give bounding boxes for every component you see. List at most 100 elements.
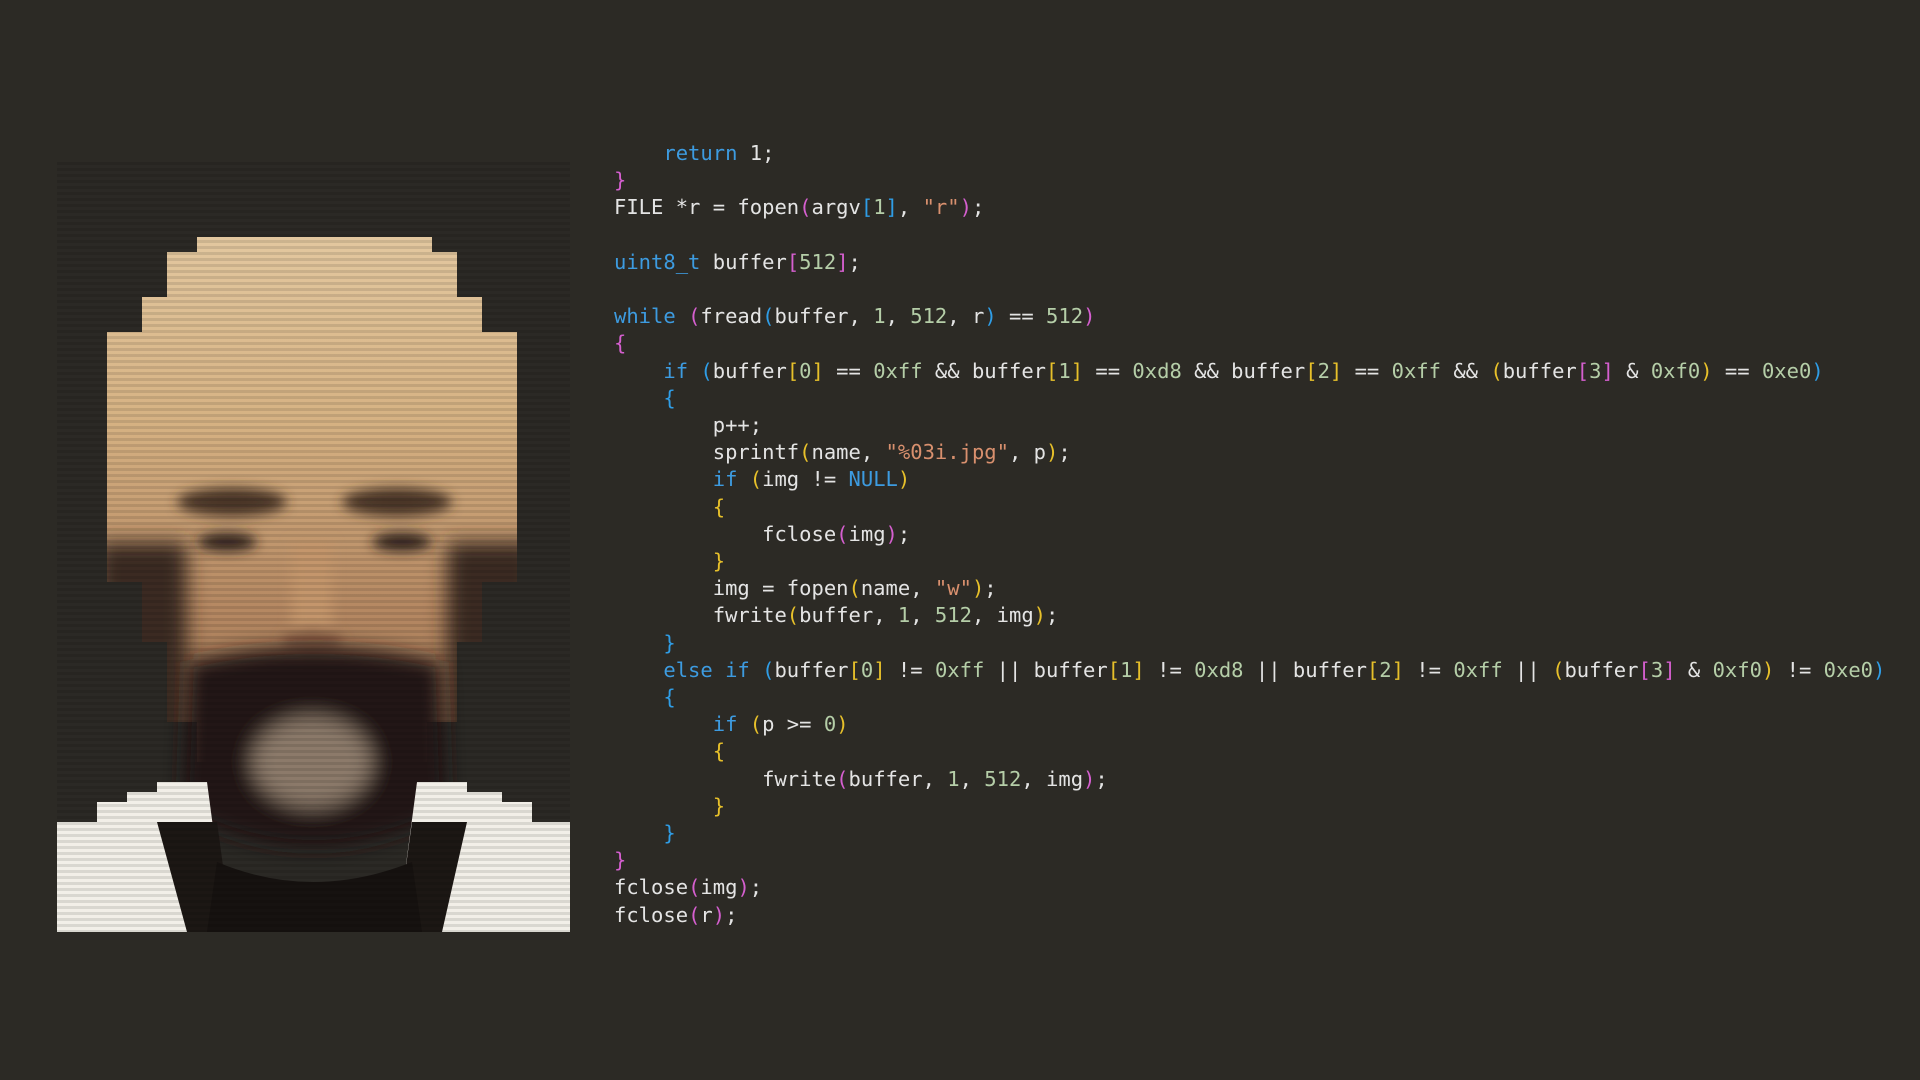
code-token: { (663, 685, 676, 709)
code-token: FILE *r = fopen (614, 195, 800, 220)
code-token: ; (848, 249, 861, 274)
code-line: } (614, 167, 626, 194)
code-token: ; (749, 875, 763, 900)
code-token: ] (1663, 657, 1676, 682)
code-token: ; (1095, 766, 1108, 791)
code-token: , p (1008, 440, 1046, 465)
code-token: "r" (922, 195, 960, 220)
code-token: 0 (799, 358, 812, 383)
code-token: "w" (934, 576, 972, 601)
code-token: fclose (614, 521, 837, 546)
code-token: 2 (1379, 657, 1392, 682)
code-token: & (1675, 657, 1713, 682)
code-token: 0xe0 (1823, 657, 1874, 682)
code-line: } (614, 630, 675, 657)
code-token: 1 (1120, 657, 1133, 682)
code-token: , img (971, 603, 1034, 628)
code-token: uint8_t (614, 249, 701, 274)
code-token: , (959, 766, 985, 791)
code-line: uint8_t buffer[512]; (614, 249, 861, 276)
code-token: [ (860, 195, 874, 220)
code-token: ] (1329, 358, 1343, 383)
code-token: ; (897, 521, 911, 546)
code-token: 1 (1058, 358, 1071, 383)
code-token: p++; (614, 413, 763, 437)
code-token: ] (1070, 358, 1084, 383)
code-line: if (buffer[0] == 0xff && buffer[1] == 0x… (614, 358, 1824, 385)
code-token: == (1342, 358, 1392, 383)
code-token: ; (1046, 603, 1059, 628)
code-token: [ (1305, 358, 1318, 383)
code-line: FILE *r = fopen(argv[1], "r"); (614, 194, 984, 221)
code-token: ) (959, 195, 972, 220)
code-token: fwrite (614, 603, 787, 628)
code-token: buffer (1502, 358, 1577, 383)
code-token: ) (1046, 440, 1059, 465)
code-token: ( (799, 440, 812, 465)
code-token: ) (897, 467, 911, 492)
code-line: { (614, 684, 676, 711)
code-token: ] (873, 657, 886, 682)
code-token: ) (712, 902, 726, 927)
code-token: buffer (1564, 657, 1639, 682)
code-token: ( (848, 576, 861, 601)
code-token: != (1144, 657, 1195, 682)
code-token: 1 (897, 603, 911, 628)
code-line: } (614, 847, 626, 874)
code-token: ] (1132, 657, 1145, 682)
code-token: img (700, 875, 738, 900)
code-token: "%03i.jpg" (885, 440, 1009, 465)
code-token: buffer (774, 657, 849, 682)
code-token: 2 (1317, 358, 1330, 383)
code-token: 0xd8 (1194, 657, 1244, 682)
code-token: ) (1761, 657, 1775, 682)
code-line: sprintf(name, "%03i.jpg", p); (614, 439, 1071, 466)
code-line: if (img != NULL) (614, 466, 911, 493)
code-token: { (614, 331, 627, 356)
code-line: p++; (614, 412, 762, 439)
code-token: 0xf0 (1712, 657, 1762, 682)
code-token: r (700, 902, 713, 927)
code-token: ; (1058, 440, 1071, 465)
code-token: || (1502, 657, 1553, 682)
code-token: ) (1811, 358, 1824, 383)
code-token: else if (663, 657, 750, 682)
code-token: [ (1638, 657, 1651, 682)
code-line: { (614, 494, 725, 521)
code-token: ( (762, 657, 775, 682)
code-token: ( (688, 902, 701, 927)
code-token: } (614, 848, 627, 873)
code-token: ( (1552, 657, 1565, 682)
code-line: img = fopen(name, "w"); (614, 575, 997, 602)
code-token: sprintf (614, 440, 800, 465)
code-token: == (1712, 358, 1762, 383)
code-token: return (663, 141, 738, 165)
code-token: 0xff (1453, 657, 1503, 682)
code-token: 512 (984, 766, 1022, 791)
code-token: buffer, (848, 766, 948, 791)
code-token: || buffer (984, 657, 1108, 682)
code-token: ( (700, 358, 713, 383)
code-line: } (614, 820, 675, 847)
code-token: name, (860, 576, 935, 601)
code-token: img (848, 521, 886, 546)
code-line: fwrite(buffer, 1, 512, img); (614, 766, 1108, 793)
code-token: , img (1021, 766, 1084, 791)
code-token: fread (700, 304, 763, 329)
code-token: 1 (947, 766, 960, 791)
code-token: [ (1366, 657, 1380, 682)
code-token: ( (688, 875, 701, 900)
code-token: [ (1046, 358, 1059, 383)
code-token: NULL (848, 467, 898, 492)
code-token: && buffer (1181, 358, 1306, 383)
code-token: ) (836, 712, 849, 737)
code-token: & (1613, 358, 1651, 383)
